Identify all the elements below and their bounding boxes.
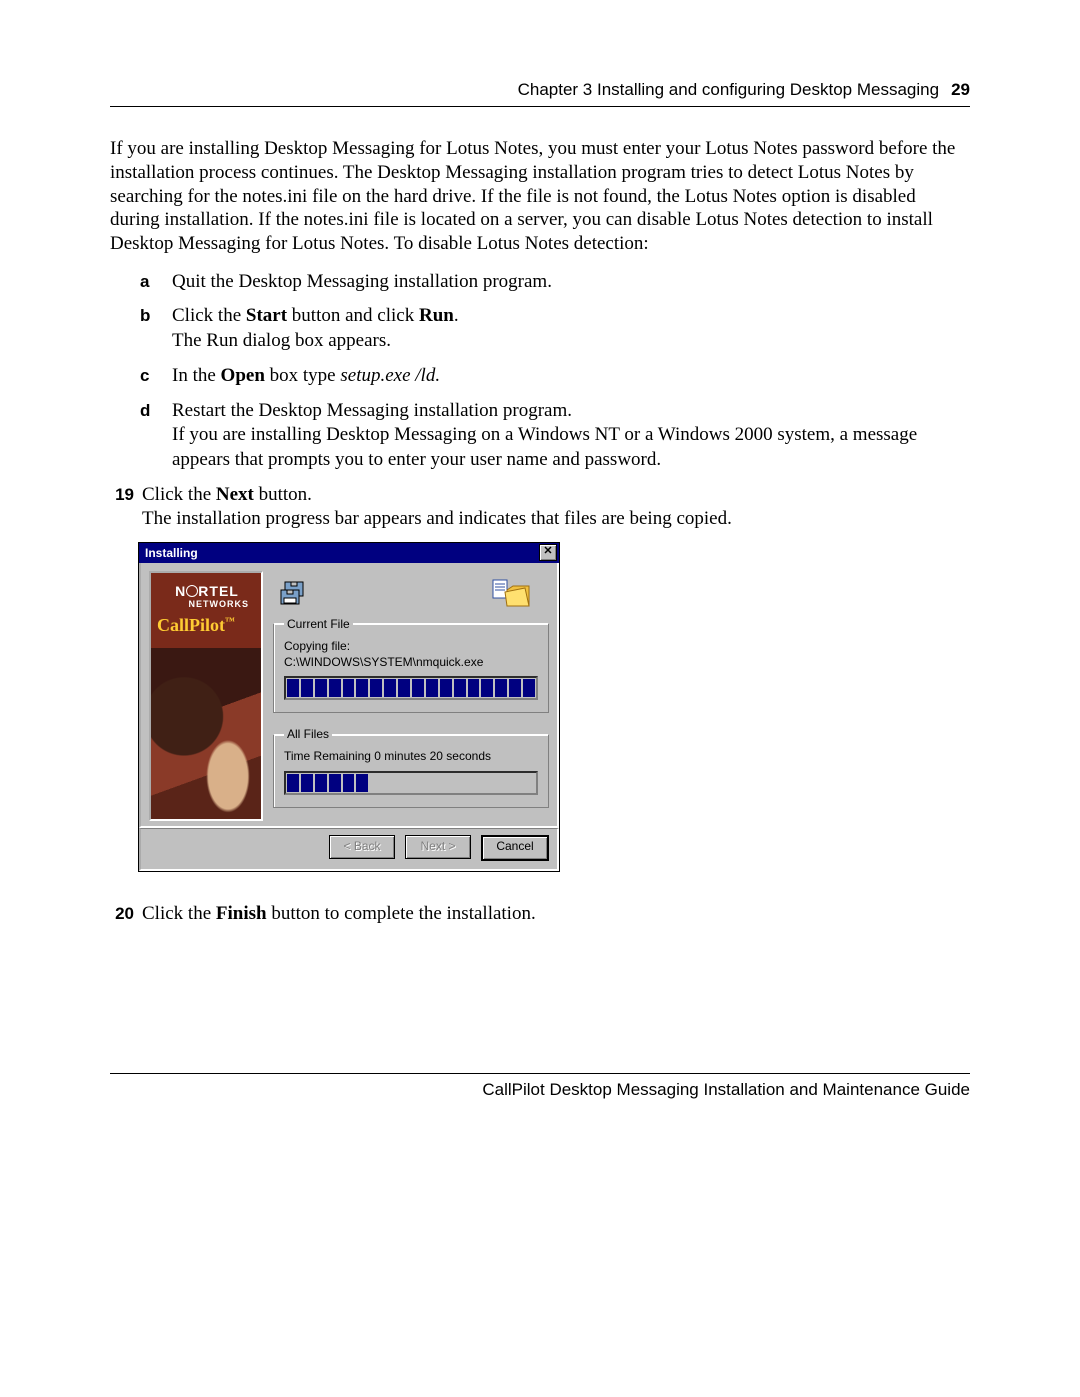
- substep-c: c In the Open box type setup.exe /ld.: [140, 364, 970, 389]
- substep-body: Click the Start button and click Run. Th…: [172, 304, 970, 353]
- intro-paragraph: If you are installing Desktop Messaging …: [110, 137, 970, 256]
- installer-title: Installing: [145, 546, 539, 560]
- substep-d: d Restart the Desktop Messaging installa…: [140, 399, 970, 473]
- all-files-progress: [284, 771, 538, 795]
- substep-marker: b: [140, 304, 172, 353]
- lettered-substeps: a Quit the Desktop Messaging installatio…: [140, 270, 970, 473]
- footer-text: CallPilot Desktop Messaging Installation…: [110, 1080, 970, 1100]
- all-files-legend: All Files: [284, 727, 332, 741]
- all-files-group: All Files Time Remaining 0 minutes 20 se…: [273, 727, 549, 808]
- brand-nortel: NRTEL: [159, 583, 255, 599]
- document-folder-icon: [491, 578, 531, 610]
- brand-networks: NETWORKS: [159, 599, 255, 609]
- next-button[interactable]: Next >: [405, 835, 471, 859]
- installer-button-row: < Back Next > Cancel: [139, 828, 559, 871]
- step-20: 20 Click the Finish button to complete t…: [104, 902, 970, 927]
- back-button[interactable]: < Back: [329, 835, 395, 859]
- numbered-steps: 19 Click the Next button. The installati…: [104, 483, 970, 532]
- step-marker: 19: [104, 483, 134, 532]
- current-file-legend: Current File: [284, 617, 353, 631]
- step-body: Click the Finish button to complete the …: [142, 902, 970, 927]
- footer-rule: [110, 1073, 970, 1074]
- substep-marker: a: [140, 270, 172, 295]
- substep-marker: c: [140, 364, 172, 389]
- substep-body: Restart the Desktop Messaging installati…: [172, 399, 970, 473]
- page-header: Chapter 3 Installing and configuring Des…: [110, 80, 970, 100]
- substep-body: In the Open box type setup.exe /ld.: [172, 364, 970, 389]
- step-body: Click the Next button. The installation …: [142, 483, 970, 532]
- current-file-group: Current File Copying file: C:\WINDOWS\SY…: [273, 617, 549, 713]
- substep-marker: d: [140, 399, 172, 473]
- step-marker: 20: [104, 902, 134, 927]
- header-rule: [110, 106, 970, 107]
- globe-icon: [186, 585, 198, 597]
- substep-b: b Click the Start button and click Run. …: [140, 304, 970, 353]
- copying-label: Copying file:: [284, 639, 538, 655]
- page-number: 29: [951, 80, 970, 100]
- substep-body: Quit the Desktop Messaging installation …: [172, 270, 970, 295]
- copying-path: C:\WINDOWS\SYSTEM\nmquick.exe: [284, 655, 538, 671]
- cancel-button[interactable]: Cancel: [481, 835, 549, 861]
- current-file-progress: [284, 676, 538, 700]
- installer-titlebar[interactable]: Installing ✕: [139, 543, 559, 563]
- installer-dialog: Installing ✕ NRTEL NETWORKS CallPilot™: [138, 542, 560, 872]
- brand-photo: [151, 648, 261, 819]
- close-icon[interactable]: ✕: [539, 544, 557, 561]
- chapter-title: Chapter 3 Installing and configuring Des…: [518, 80, 939, 100]
- substep-a: a Quit the Desktop Messaging installatio…: [140, 270, 970, 295]
- step-19: 19 Click the Next button. The installati…: [104, 483, 970, 532]
- disk-copy-icon: [279, 578, 311, 610]
- time-remaining: Time Remaining 0 minutes 20 seconds: [284, 749, 538, 765]
- installer-brand-panel: NRTEL NETWORKS CallPilot™: [149, 571, 263, 821]
- brand-product: CallPilot™: [157, 615, 235, 636]
- numbered-steps-cont: 20 Click the Finish button to complete t…: [104, 902, 970, 927]
